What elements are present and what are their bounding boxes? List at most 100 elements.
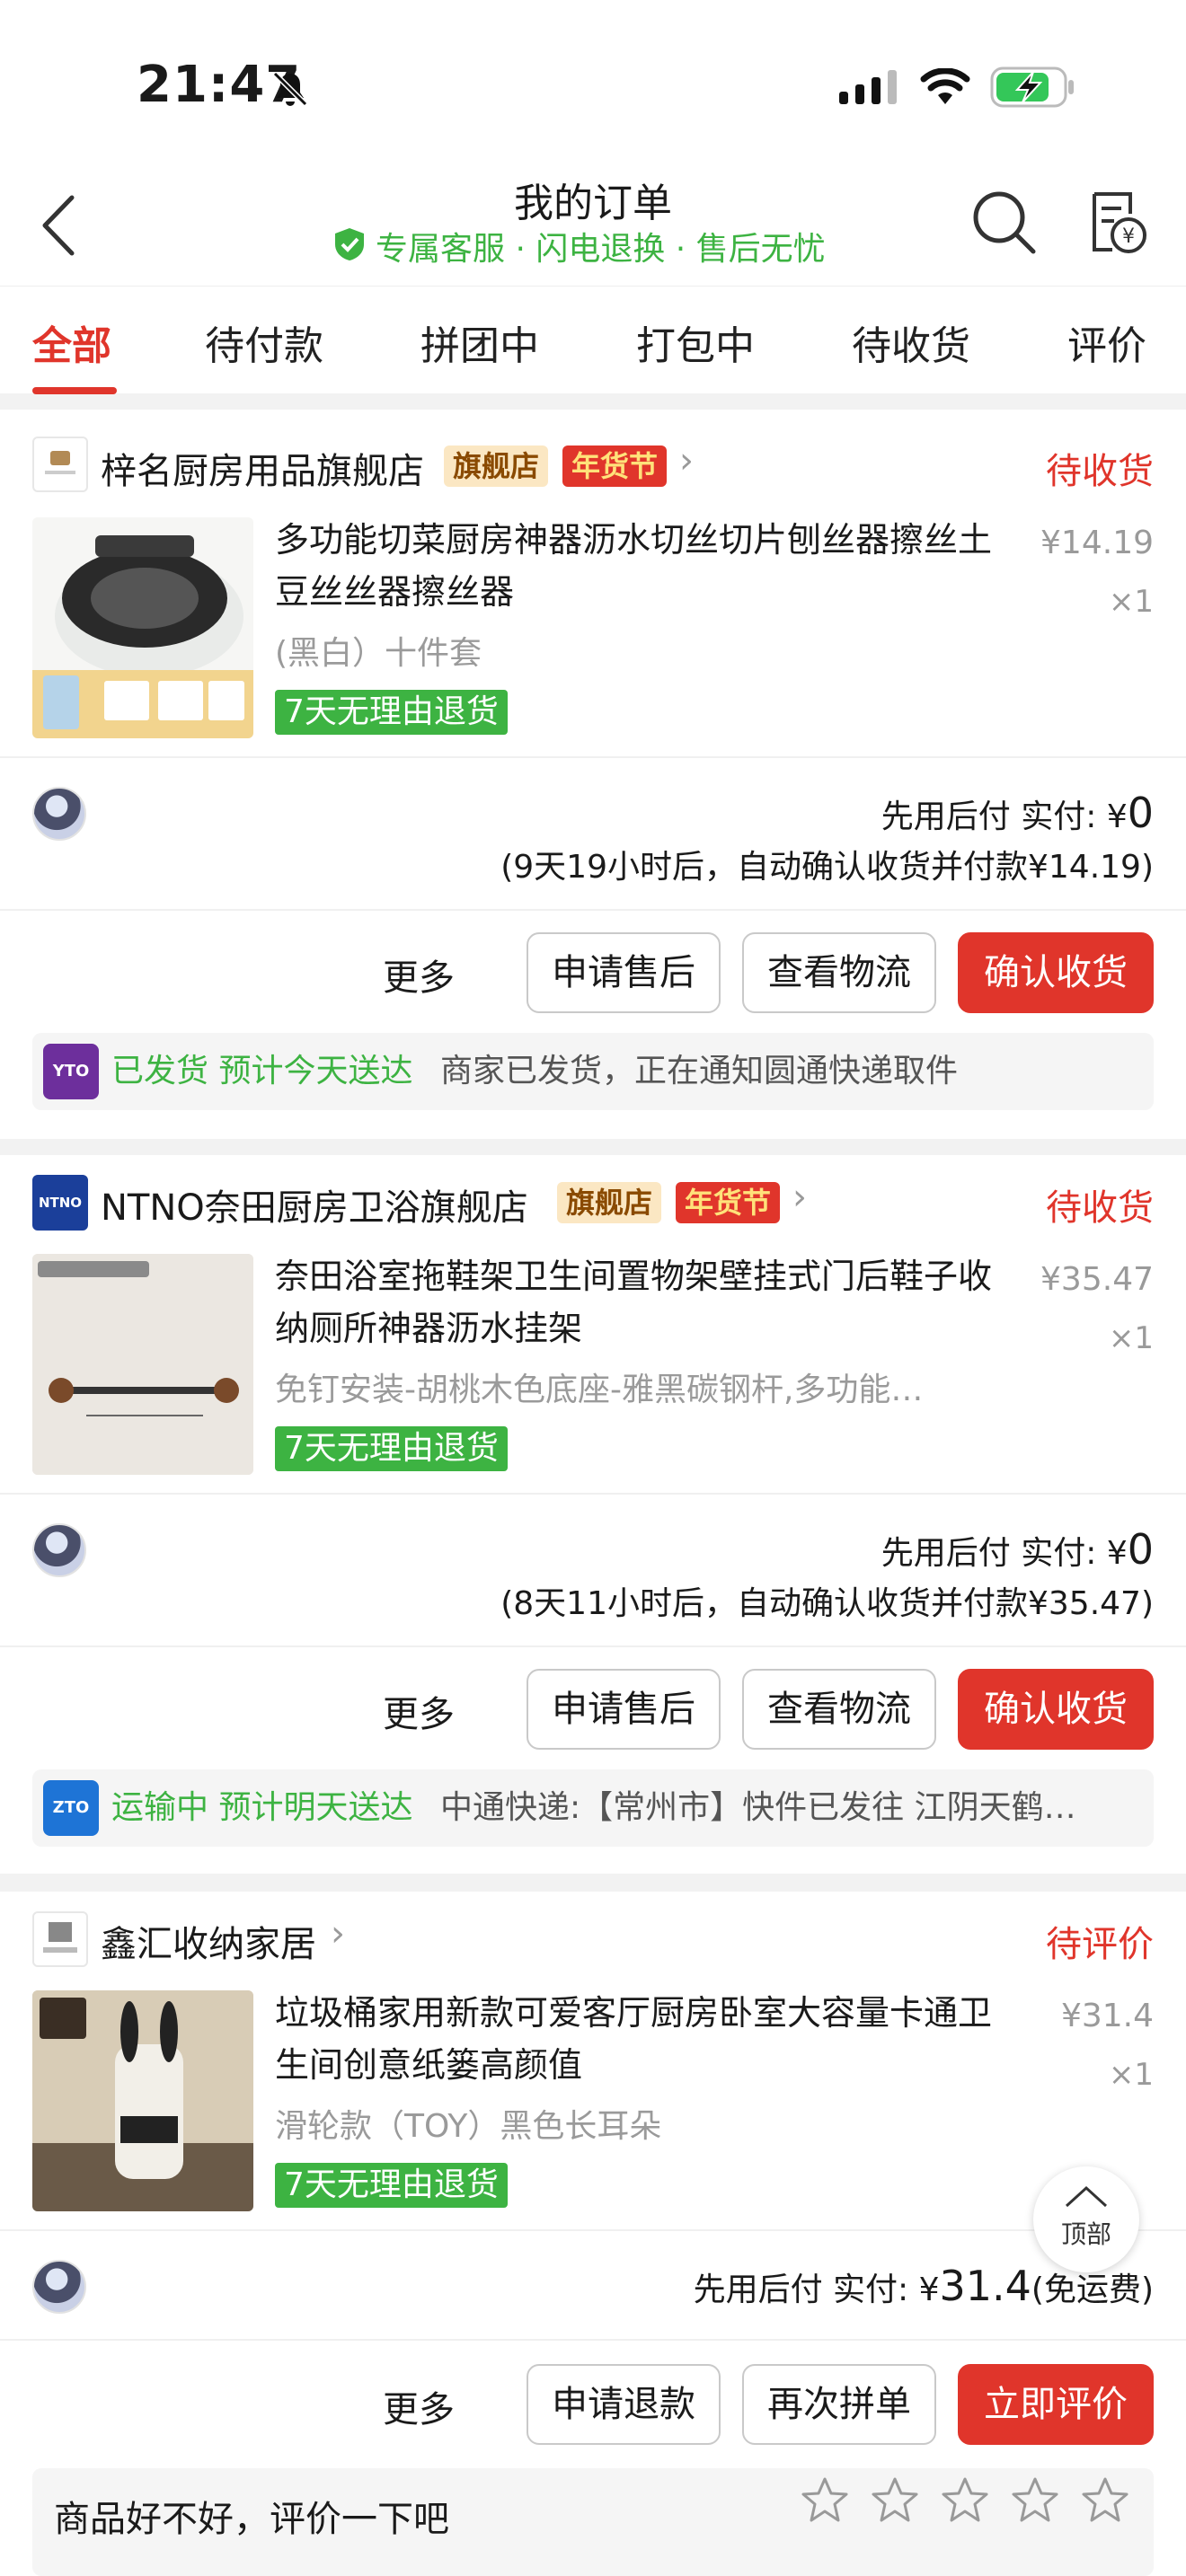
- avatar: [32, 2260, 86, 2314]
- free-shipping-note: (免运费): [1031, 2272, 1154, 2308]
- tab-indicator: [32, 387, 117, 394]
- logistics-bar[interactable]: ZTO 运输中 预计明天送达 中通快递:【常州市】快件已发往 江阴天鹤…: [32, 1769, 1154, 1847]
- payment-line: 先用后付 实付: ¥0: [881, 1525, 1154, 1574]
- star-icon[interactable]: [870, 2475, 920, 2526]
- product-quantity: ×1: [1108, 1320, 1154, 1356]
- product-title[interactable]: 奈田浴室拖鞋架卫生间置物架壁挂式门后鞋子收纳厕所神器沥水挂架: [275, 1250, 994, 1354]
- star-icon[interactable]: [1080, 2475, 1130, 2526]
- star-icon[interactable]: [1010, 2475, 1060, 2526]
- logistics-bar[interactable]: YTO 已发货 预计今天送达 商家已发货，正在通知圆通快递取件: [32, 1033, 1154, 1110]
- payment-line: 先用后付 实付: ¥0: [881, 789, 1154, 837]
- review-now-button[interactable]: 立即评价: [958, 2364, 1154, 2445]
- confirm-receipt-button[interactable]: 确认收货: [958, 932, 1154, 1013]
- divider: [0, 756, 1186, 758]
- logistics-status: 运输中 预计明天送达: [111, 1789, 413, 1826]
- star-icon[interactable]: [940, 2475, 990, 2526]
- mute-bell-icon: [272, 71, 308, 107]
- shop-logo[interactable]: [32, 437, 88, 492]
- service-subtitle: 专属客服 · 闪电退换 · 售后无忧: [332, 223, 854, 268]
- zto-express-icon: ZTO: [43, 1780, 99, 1836]
- battery-charging-icon: [990, 66, 1074, 108]
- auto-confirm-note: (9天19小时后，自动确认收货并付款¥14.19): [500, 849, 1154, 886]
- tab-all[interactable]: 全部: [32, 313, 111, 371]
- tab-group-buying[interactable]: 拼团中: [420, 313, 539, 371]
- festival-badge: 年货节: [676, 1182, 781, 1223]
- divider: [0, 909, 1186, 911]
- product-price: ¥35.47: [1040, 1261, 1154, 1298]
- back-to-top-label: 顶部: [1060, 2219, 1111, 2249]
- chevron-right-icon: ›: [792, 1177, 807, 1218]
- divider: [0, 1645, 1186, 1647]
- view-logistics-button[interactable]: 查看物流: [742, 1669, 936, 1750]
- more-button[interactable]: 更多: [383, 948, 455, 1001]
- tab-packing[interactable]: 打包中: [636, 313, 755, 371]
- shop-logo-text: NTNO: [38, 1195, 83, 1211]
- tab-pending-receipt[interactable]: 待收货: [852, 313, 970, 371]
- service-subtitle-text: 专属客服 · 闪电退换 · 售后无忧: [376, 231, 826, 268]
- shop-logo[interactable]: [32, 1911, 88, 1967]
- chevron-up-icon: [1065, 2185, 1108, 2208]
- shop-name[interactable]: NTNO奈田厨房卫浴旗舰店: [101, 1178, 528, 1231]
- avatar: [32, 1523, 86, 1577]
- cellular-signal-icon: [839, 70, 897, 104]
- status-bar: 21:47: [0, 0, 1186, 171]
- order-card: 梓名厨房用品旗舰店 旗舰店 年货节 › 待收货 多功能切菜厨房神器沥水切丝切片刨…: [0, 410, 1186, 1139]
- flagship-badge: 旗舰店: [557, 1182, 662, 1223]
- shop-name[interactable]: 梓名厨房用品旗舰店: [101, 442, 424, 494]
- wifi-icon: [920, 68, 970, 104]
- logistics-detail: 中通快递:【常州市】快件已发往 江阴天鹤…: [440, 1789, 1076, 1826]
- return-policy-tag: 7天无理由退货: [275, 1426, 508, 1471]
- star-icon[interactable]: [800, 2475, 850, 2526]
- order-status: 待收货: [1046, 1187, 1154, 1229]
- review-prompt: 商品好不好，评价一下吧: [54, 2499, 449, 2540]
- order-tabs: 全部 待付款 拼团中 打包中 待收货 评价: [0, 286, 1186, 394]
- more-button[interactable]: 更多: [383, 2380, 455, 2432]
- avatar: [32, 787, 86, 841]
- search-icon[interactable]: [970, 189, 1039, 257]
- request-refund-button[interactable]: 申请退款: [527, 2364, 721, 2445]
- payment-amount: 0: [1127, 789, 1154, 837]
- yto-express-icon: YTO: [43, 1044, 99, 1099]
- shop-logo[interactable]: NTNO: [32, 1175, 88, 1231]
- order-status: 待评价: [1046, 1924, 1154, 1965]
- logistics-status: 已发货 预计今天送达: [111, 1053, 413, 1090]
- after-sales-button[interactable]: 申请售后: [527, 1669, 721, 1750]
- back-to-top-button[interactable]: 顶部: [1033, 2166, 1139, 2272]
- product-spec: (黑白）十件套: [275, 635, 482, 672]
- bill-icon[interactable]: ¥: [1089, 190, 1148, 255]
- product-image[interactable]: [32, 1990, 253, 2211]
- tab-pending-payment[interactable]: 待付款: [205, 313, 323, 371]
- payment-label: 先用后付 实付: ¥: [881, 1535, 1128, 1572]
- product-price: ¥31.4: [1060, 1998, 1154, 2034]
- product-title[interactable]: 垃圾桶家用新款可爱客厅厨房卧室大容量卡通卫生间创意纸篓高颜值: [275, 1987, 994, 2091]
- flagship-badge: 旗舰店: [444, 446, 549, 487]
- chevron-right-icon: ›: [679, 440, 694, 481]
- nav-bar: 我的订单 专属客服 · 闪电退换 · 售后无忧 ¥: [0, 171, 1186, 286]
- divider: [0, 1493, 1186, 1495]
- payment-amount: 0: [1127, 1525, 1154, 1574]
- svg-text:¥: ¥: [1122, 225, 1135, 248]
- product-spec: 免钉安装-胡桃木色底座-雅黑碳钢杆,多功能…: [275, 1372, 924, 1408]
- return-policy-tag: 7天无理由退货: [275, 690, 508, 735]
- shop-name[interactable]: 鑫汇收纳家居: [101, 1915, 316, 1967]
- confirm-receipt-button[interactable]: 确认收货: [958, 1669, 1154, 1750]
- payment-amount: 31.4: [939, 2262, 1031, 2310]
- product-image[interactable]: [32, 517, 253, 738]
- view-logistics-button[interactable]: 查看物流: [742, 932, 936, 1013]
- product-title[interactable]: 多功能切菜厨房神器沥水切丝切片刨丝器擦丝土豆丝丝器擦丝器: [275, 514, 994, 618]
- divider: [0, 2339, 1186, 2341]
- order-status: 待收货: [1046, 451, 1154, 492]
- payment-label: 先用后付 实付: ¥: [693, 2272, 940, 2308]
- group-again-button[interactable]: 再次拼单: [742, 2364, 936, 2445]
- tab-review[interactable]: 评价: [1067, 313, 1146, 371]
- shield-check-icon: [335, 228, 364, 260]
- after-sales-button[interactable]: 申请售后: [527, 932, 721, 1013]
- product-image[interactable]: [32, 1254, 253, 1475]
- product-price: ¥14.19: [1040, 525, 1154, 561]
- product-spec: 滑轮款（TOY）黑色长耳朵: [275, 2108, 662, 2145]
- more-button[interactable]: 更多: [383, 1685, 455, 1737]
- auto-confirm-note: (8天11小时后，自动确认收货并付款¥35.47): [500, 1585, 1154, 1622]
- payment-label: 先用后付 实付: ¥: [881, 798, 1128, 835]
- order-card: 鑫汇收纳家居 › 待评价 垃圾桶家用新款可爱客厅厨房卧室大容量卡通卫生间创意纸篓…: [0, 1892, 1186, 2576]
- order-card: NTNO NTNO奈田厨房卫浴旗舰店 旗舰店 年货节 › 待收货 奈田浴室拖鞋架…: [0, 1155, 1186, 1874]
